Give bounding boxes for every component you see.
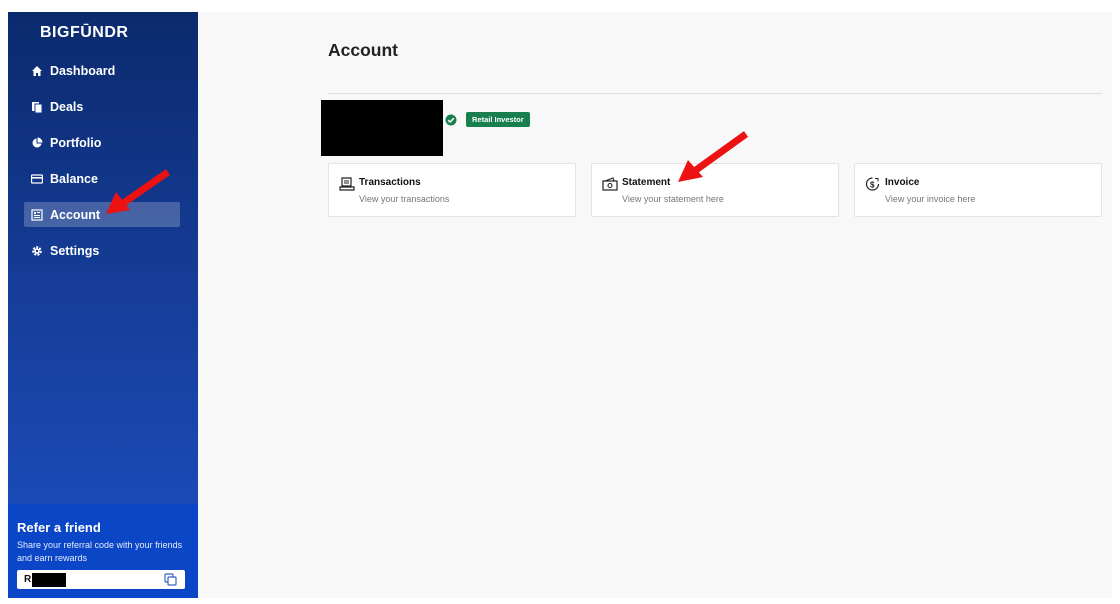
redacted-referral-code: [32, 572, 67, 587]
card-subtitle: View your statement here: [622, 194, 724, 204]
sidebar-item-portfolio[interactable]: Portfolio: [24, 130, 180, 155]
account-icon: [31, 208, 43, 221]
transactions-card[interactable]: Transactions View your transactions: [328, 163, 576, 217]
sidebar-item-settings[interactable]: Settings: [24, 238, 180, 263]
main-content: Account Retail Investor Transactions Vie…: [198, 12, 1112, 598]
divider: [328, 93, 1102, 94]
sidebar-item-label: Dashboard: [50, 63, 116, 78]
cash-icon: [602, 177, 618, 191]
sidebar-item-label: Portfolio: [50, 135, 102, 150]
card-subtitle: View your transactions: [359, 194, 450, 204]
investor-status-badge: Retail Investor: [466, 112, 530, 127]
sidebar-nav: Dashboard Deals Portfolio Balance Accoun…: [24, 58, 180, 274]
refer-title: Refer a friend: [17, 520, 101, 535]
card-title: Invoice: [885, 177, 920, 188]
refer-a-friend-panel: Refer a friend Share your referral code …: [8, 504, 198, 598]
verified-check-icon: [445, 113, 457, 126]
sidebar-item-label: Settings: [50, 243, 100, 258]
statement-card[interactable]: Statement View your statement here: [591, 163, 839, 217]
referral-code-prefix: R: [24, 574, 32, 585]
sidebar-item-account[interactable]: Account: [24, 202, 180, 227]
invoice-card[interactable]: $ Invoice View your invoice here: [854, 163, 1102, 217]
brand-logo[interactable]: BIGFŪNDR: [40, 24, 128, 42]
receipt-icon: [339, 177, 355, 191]
sidebar: BIGFŪNDR Dashboard Deals Portfolio Balan…: [8, 12, 198, 598]
card-subtitle: View your invoice here: [885, 194, 976, 204]
referral-code-field[interactable]: R: [17, 570, 185, 589]
sidebar-item-deals[interactable]: Deals: [24, 94, 180, 119]
copy-icon[interactable]: [164, 573, 177, 586]
dollar-clock-icon: $: [865, 177, 881, 191]
card-title: Statement: [622, 177, 671, 188]
card-title: Transactions: [359, 177, 421, 188]
app-window: BIGFŪNDR Dashboard Deals Portfolio Balan…: [8, 12, 1112, 598]
refer-description: Share your referral code with your frien…: [17, 540, 183, 563]
page-title: Account: [328, 40, 398, 60]
sidebar-item-label: Account: [50, 207, 100, 222]
sidebar-item-label: Deals: [50, 99, 84, 114]
home-icon: [31, 65, 43, 77]
card-icon: [31, 173, 43, 185]
sidebar-item-dashboard[interactable]: Dashboard: [24, 58, 180, 83]
gear-icon: [31, 245, 43, 257]
documents-icon: [31, 101, 43, 113]
redacted-profile-name: [321, 100, 443, 156]
sidebar-item-label: Balance: [50, 171, 98, 186]
sidebar-item-balance[interactable]: Balance: [24, 166, 180, 191]
svg-text:$: $: [870, 181, 875, 190]
pie-chart-icon: [31, 137, 43, 149]
